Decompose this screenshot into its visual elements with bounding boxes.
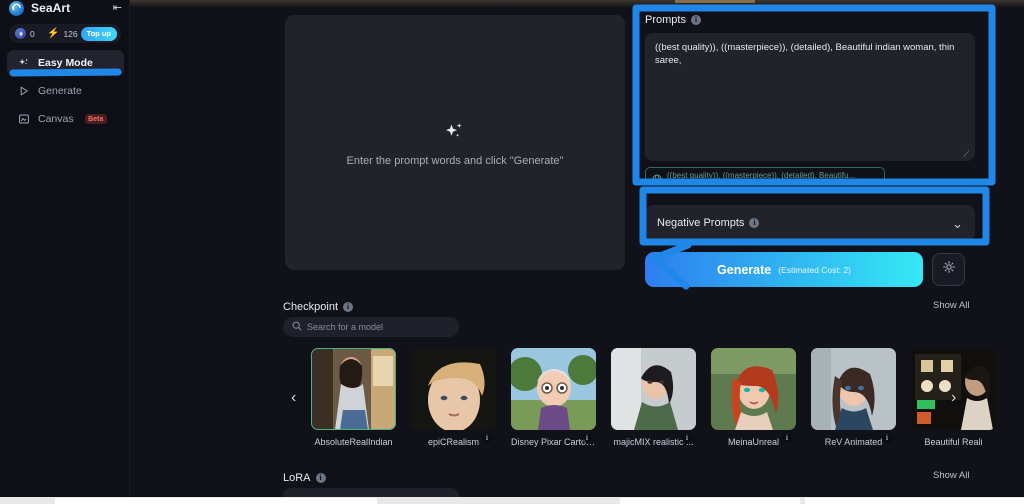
chevron-right-icon[interactable]: › [951, 390, 956, 406]
prompts-title: Prompts [645, 14, 686, 26]
generate-row: Generate (Estimated Cost: 2) [645, 252, 985, 287]
checkpoint-carousel: AbsoluteRealIndian i epiCRealism i Disne… [283, 348, 1024, 448]
lightning-bolt-icon: ⚡ [47, 27, 60, 39]
model-info-badge[interactable]: i [882, 433, 892, 443]
lora-header: LoRA i [283, 472, 326, 484]
info-icon[interactable]: i [690, 15, 701, 25]
prompt-input-value: ((best quality)), ((masterpiece)), (deta… [655, 42, 955, 66]
model-info-badge[interactable]: i [482, 433, 492, 443]
model-thumbnail [411, 348, 496, 430]
lora-title-wrap: LoRA i [283, 472, 326, 484]
sparkle-icon [18, 57, 30, 69]
model-info-badge[interactable]: i [782, 433, 792, 443]
model-thumbnail [611, 348, 696, 430]
model-name: Beautiful Reali [924, 437, 983, 447]
seaart-app-window: SeaArt ⇤ 0 ⚡ 126 Top up Easy Mode Genera… [0, 0, 1024, 504]
model-info-badge[interactable]: i [582, 433, 592, 443]
credits-bar: 0 ⚡ 126 Top up [9, 24, 121, 43]
generate-button[interactable]: Generate (Estimated Cost: 2) [645, 252, 923, 287]
model-thumbnail [811, 348, 896, 430]
checkpoint-header: Checkpoint i [283, 301, 354, 313]
sidebar-item-label: Generate [38, 85, 82, 97]
model-thumbnail [511, 348, 596, 430]
sidebar-item-canvas[interactable]: Canvas Beta [7, 106, 124, 132]
model-name: AbsoluteRealIndian [314, 437, 393, 447]
canvas-icon [18, 113, 30, 125]
seaart-logo-icon [9, 0, 24, 16]
browser-chrome-strip [120, 0, 1024, 7]
prompts-header: Prompts i [645, 14, 1003, 26]
chevron-down-icon[interactable]: ⌄ [952, 217, 963, 230]
model-card[interactable]: i Disney Pixar Cartoo... [511, 348, 596, 447]
model-card[interactable]: i ReV Animated [811, 348, 896, 447]
translate-globe-icon [652, 171, 662, 183]
generate-button-label: Generate [717, 262, 772, 277]
os-taskbar-strip [0, 497, 1024, 504]
prompt-translate-chip[interactable]: ((best quality)), ((masterpiece)), (deta… [645, 167, 885, 184]
brand-name: SeaArt [31, 1, 71, 15]
sidebar-item-label: Easy Mode [38, 57, 93, 69]
generation-settings-button[interactable] [932, 253, 965, 286]
chevron-left-icon[interactable]: ‹ [291, 390, 296, 406]
negative-prompts-header: Negative Prompts i [657, 217, 760, 229]
negative-prompts-title: Negative Prompts [657, 217, 745, 229]
beta-badge: Beta [84, 114, 107, 124]
checkpoint-show-all-link[interactable]: Show All [933, 300, 969, 311]
sidebar-item-easy-mode[interactable]: Easy Mode [7, 50, 124, 76]
model-search-placeholder: Search for a model [307, 322, 384, 332]
sidebar-item-generate[interactable]: Generate [7, 78, 124, 104]
taskbar-segment[interactable] [805, 498, 1024, 504]
top-up-button[interactable]: Top up [80, 26, 117, 41]
prompt-chip-text: ((best quality)), ((masterpiece)), (deta… [667, 171, 856, 180]
sidebar-item-label: Canvas [38, 113, 74, 125]
negative-prompts-panel[interactable]: Negative Prompts i ⌄ [645, 205, 975, 241]
info-icon[interactable]: i [343, 302, 354, 312]
panel-collapse-icon[interactable]: ⇤ [113, 2, 122, 14]
model-search-input[interactable]: Search for a model [283, 317, 459, 337]
checkpoint-title: Checkpoint [283, 301, 339, 313]
browser-tab-indicator[interactable] [675, 0, 755, 3]
resize-grip-icon[interactable]: ⟋ [963, 150, 971, 159]
play-triangle-icon [18, 85, 30, 97]
gear-icon [942, 260, 956, 279]
model-thumbnail [311, 348, 396, 430]
taskbar-segment[interactable] [620, 498, 800, 504]
model-card[interactable]: i epiCRealism [411, 348, 496, 447]
gem-credit-value: 0 [30, 28, 35, 39]
model-card[interactable]: i MeinaUnreal [711, 348, 796, 447]
gem-icon [15, 28, 26, 39]
sidebar-nav: Easy Mode Generate Canvas Beta [7, 50, 124, 134]
brand-row[interactable]: SeaArt ⇤ [0, 0, 130, 18]
generate-cost-label: (Estimated Cost: 2) [778, 264, 851, 275]
lora-title: LoRA [283, 472, 311, 484]
checkpoint-title-wrap: Checkpoint i [283, 301, 354, 313]
prompts-panel: Prompts i ((best quality)), ((masterpiec… [645, 14, 1003, 184]
taskbar-segment[interactable] [55, 498, 377, 504]
info-icon[interactable]: i [315, 473, 326, 483]
search-icon [292, 318, 302, 336]
info-icon[interactable]: i [749, 218, 760, 228]
lora-show-all-link[interactable]: Show All [933, 470, 969, 481]
model-card[interactable]: AbsoluteRealIndian [311, 348, 396, 447]
prompt-input[interactable]: ((best quality)), ((masterpiece)), (deta… [645, 33, 975, 161]
preview-placeholder-text: Enter the prompt words and click "Genera… [346, 154, 564, 167]
bolt-credit-value: 126 [63, 28, 78, 39]
image-preview-panel[interactable]: Enter the prompt words and click "Genera… [285, 15, 625, 270]
sparkles-icon [443, 119, 467, 143]
model-thumbnail [711, 348, 796, 430]
left-sidebar: SeaArt ⇤ 0 ⚡ 126 Top up Easy Mode Genera… [0, 0, 130, 504]
model-info-badge[interactable]: i [682, 433, 692, 443]
model-card[interactable]: i majicMIX realistic ... [611, 348, 696, 447]
